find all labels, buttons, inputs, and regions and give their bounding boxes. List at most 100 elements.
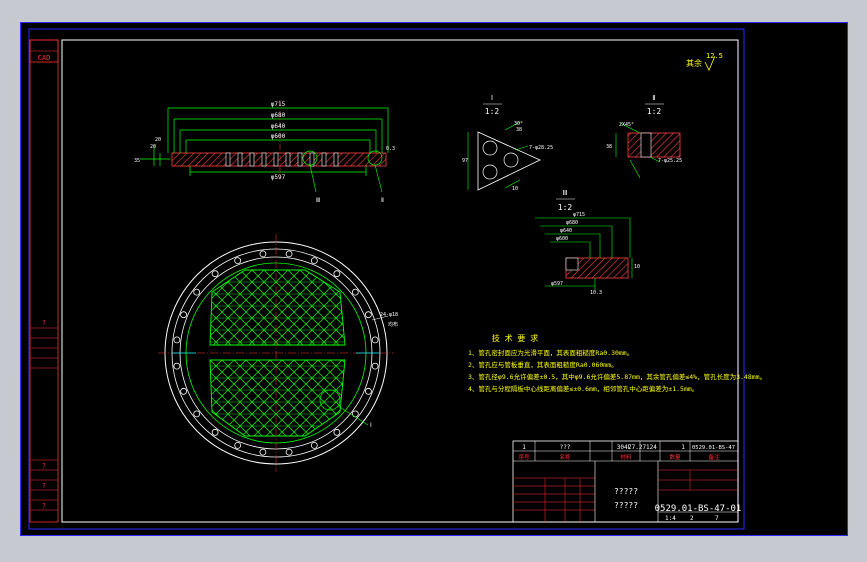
dim-side-2: 20 xyxy=(155,137,161,143)
strip-bottom-label-1: ? xyxy=(42,462,46,470)
bolt-hole xyxy=(234,441,242,449)
parts-ref: 0529.01-BS-47 xyxy=(692,445,735,451)
strip-bottom-label-3: ? xyxy=(42,502,46,510)
view-III-dim-10: 10 xyxy=(634,264,640,270)
hdr-note: 备注 xyxy=(708,453,720,461)
view-III-dim-597: φ597 xyxy=(551,281,563,287)
bolt-hole xyxy=(351,288,359,296)
surface-roughness-note: 其余 12.5 xyxy=(686,52,723,71)
view-I-label: Ⅰ xyxy=(491,94,493,102)
left-margin-strip: CAD ? ? ? ? xyxy=(29,39,59,523)
hdr-no: 序号 xyxy=(518,453,530,461)
strip-bottom-label-2: ? xyxy=(42,482,46,490)
dim-side-4: 0.3 xyxy=(386,146,395,152)
callout-II: Ⅱ xyxy=(381,197,384,204)
plan-hole-note2: 均布 xyxy=(388,321,398,328)
tube-bundle-lower xyxy=(209,359,346,437)
plan-view[interactable]: Ⅰ 24-φ18 均布 xyxy=(158,234,398,472)
detail-view-III[interactable]: Ⅲ 1:2 φ715 φ680 φ640 φ600 φ597 10 10.3 xyxy=(535,189,640,296)
bolt-hole xyxy=(234,257,242,265)
roughness-label: 其余 xyxy=(686,58,702,68)
parts-name: ??? xyxy=(560,444,571,451)
view-III-dim-715: φ715 xyxy=(573,212,585,218)
bolt-hole xyxy=(173,362,181,370)
plan-callout-I: Ⅰ xyxy=(370,422,372,429)
dim-597: φ597 xyxy=(271,174,286,181)
main-section-view[interactable]: φ715 φ680 φ640 φ600 φ597 20 20 35 0.3 Ⅲ … xyxy=(134,100,395,204)
view-III-dim-600: φ600 xyxy=(556,236,568,242)
view-III-dim-680: φ680 xyxy=(566,220,578,226)
tech-item-1: 1、管孔密封面应为光滑平面，其表面粗糙度Ra0.30mm。 xyxy=(468,348,633,357)
bolt-hole xyxy=(180,311,188,319)
view-I-holes: 7-φ28.25 xyxy=(529,145,553,151)
drawing-scale: 1:4 xyxy=(665,515,676,522)
strip-mid-label: ? xyxy=(42,319,46,327)
view-II-chamfer: 2X45° xyxy=(619,122,634,128)
bolt-hole xyxy=(285,448,293,456)
detail-view-I[interactable]: Ⅰ 1:2 7-φ28.25 97 10 38 30° xyxy=(462,94,553,192)
view-II-label: Ⅱ xyxy=(652,94,655,102)
drawing-sheets: 7 xyxy=(715,515,719,522)
view-III-label: Ⅲ xyxy=(563,189,568,197)
plan-hole-note: 24-φ18 xyxy=(380,312,398,318)
tech-item-3: 3、管孔径φ9.6允许偏差±0.5，其中φ9.6允许偏差5.87mm，其余管孔偏… xyxy=(468,372,766,381)
parts-no: 1 xyxy=(522,444,526,451)
bolt-hole xyxy=(259,448,267,456)
bolt-hole xyxy=(371,336,379,344)
view-I-angle: 30° xyxy=(514,121,523,127)
bolt-hole xyxy=(193,410,201,418)
view-II-holes: 7-φ25.25 xyxy=(658,158,682,164)
bolt-hole xyxy=(259,250,267,258)
parts-weight: 77.27124 xyxy=(628,444,657,451)
dim-715: φ715 xyxy=(271,101,286,108)
bolt-hole xyxy=(211,270,219,278)
bolt-hole xyxy=(333,270,341,278)
bolt-hole xyxy=(371,362,379,370)
bolt-hole xyxy=(285,250,293,258)
bolt-hole xyxy=(351,410,359,418)
roughness-value: 12.5 xyxy=(706,52,723,60)
technical-requirements: 技 术 要 求 1、管孔密封面应为光滑平面，其表面粗糙度Ra0.30mm。 2、… xyxy=(468,333,766,393)
bolt-hole xyxy=(333,428,341,436)
bolt-hole xyxy=(310,441,318,449)
view-III-scale: 1:2 xyxy=(558,203,573,212)
bolt-hole xyxy=(364,311,372,319)
dim-600: φ600 xyxy=(271,133,286,140)
detail-view-II[interactable]: Ⅱ 1:2 2X45° 38 7-φ25.25 xyxy=(606,94,682,179)
view-I-dim-10: 10 xyxy=(512,186,518,192)
tube-bundle-upper xyxy=(209,269,346,346)
bolt-hole xyxy=(211,428,219,436)
strip-top-label: CAD xyxy=(38,54,51,62)
title-text-2: ????? xyxy=(614,501,638,510)
view-III-dim-640: φ640 xyxy=(560,228,572,234)
bolt-hole xyxy=(180,387,188,395)
bolt-hole xyxy=(193,288,201,296)
sheet-border-outer xyxy=(28,28,745,530)
tech-title: 技 术 要 求 xyxy=(492,333,538,343)
view-I-scale: 1:2 xyxy=(485,107,500,116)
title-block[interactable]: 1 ??? 304L 77.27124 1 0529.01-BS-47 序号 名… xyxy=(512,440,742,523)
dim-680: φ680 xyxy=(271,112,286,119)
bolt-hole xyxy=(310,257,318,265)
callout-III: Ⅲ xyxy=(316,197,320,204)
dim-640: φ640 xyxy=(271,123,286,130)
cad-viewport[interactable]: CAD ? ? ? ? 其余 12.5 φ715 φ680 φ640 φ600 … xyxy=(0,0,867,562)
drawing-sheet: 2 xyxy=(690,515,694,522)
tech-item-2: 2、管孔应与管板垂直，其表面粗糙度Ra0.060mm。 xyxy=(468,360,618,369)
view-III-dim-10-3: 10.3 xyxy=(590,290,602,296)
view-II-scale: 1:2 xyxy=(647,107,662,116)
dim-side-1: 20 xyxy=(150,144,156,150)
drawing-number: 0529.01-BS-47-01 xyxy=(655,504,742,514)
drawing-canvas[interactable]: CAD ? ? ? ? 其余 12.5 φ715 φ680 φ640 φ600 … xyxy=(0,0,867,562)
view-I-dim-97: 97 xyxy=(462,158,468,164)
bolt-hole xyxy=(173,336,181,344)
view-I-dim-38: 38 xyxy=(516,127,522,133)
hdr-name: 名称 xyxy=(559,453,571,461)
hdr-material: 材料 xyxy=(620,453,632,461)
bolt-hole xyxy=(364,387,372,395)
plate-section xyxy=(171,152,387,167)
hdr-qty: 数量 xyxy=(669,453,681,461)
dim-side-3: 35 xyxy=(134,158,140,164)
tech-item-4: 4、管孔与分程隔板中心线距离偏差≤±0.6mm，相邻管孔中心距偏差为±1.5mm… xyxy=(468,384,698,393)
title-text-1: ????? xyxy=(614,487,638,496)
